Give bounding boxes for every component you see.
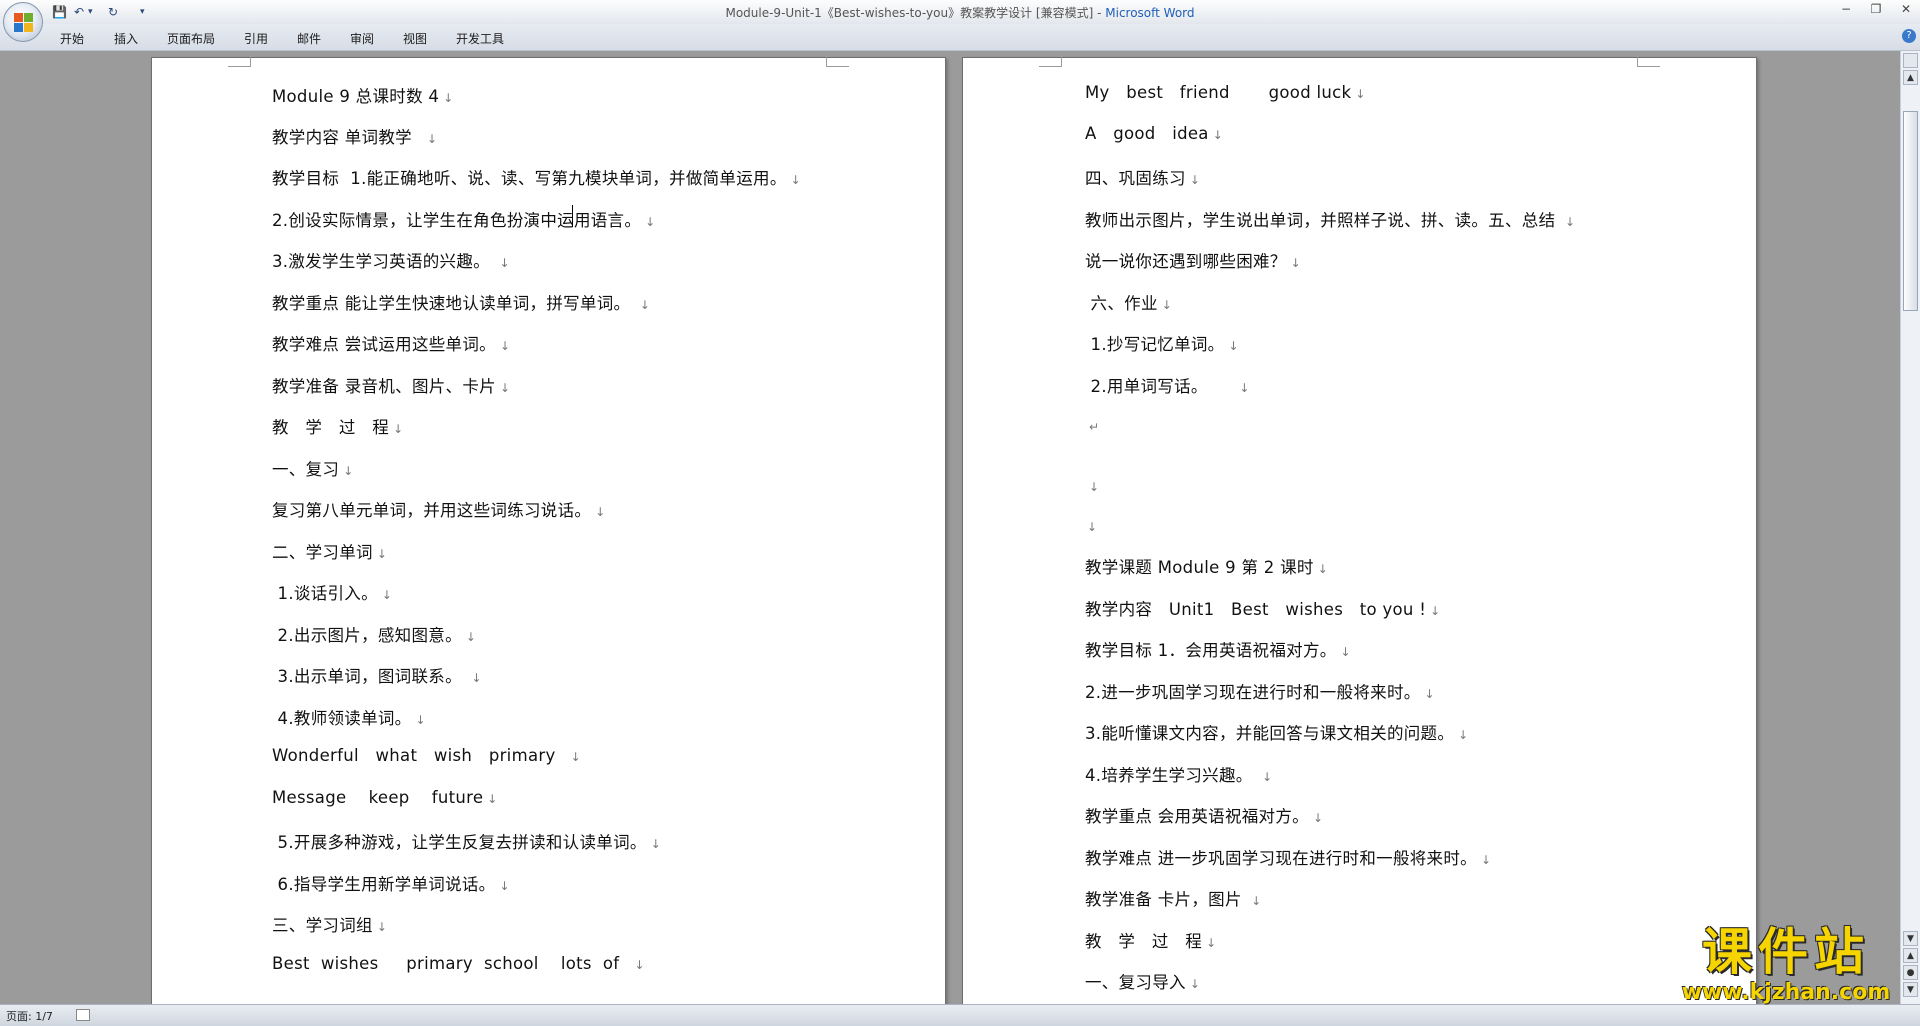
ribbon-tab-bar: 开始 插入 页面布局 引用 邮件 审阅 视图 开发工具 ? [0, 24, 1920, 51]
text-line[interactable]: 4.教师领读单词。 ↓ [272, 705, 426, 729]
text-line[interactable]: 6.指导学生用新学单词说话。 ↓ [272, 871, 510, 895]
empty-paragraph[interactable]: ↓ [1083, 516, 1097, 535]
text-line[interactable]: 教学目标 1．会用英语祝福对方。 ↓ [1085, 637, 1351, 661]
text-line[interactable]: 1.谈话引入。 ↓ [272, 580, 392, 604]
help-icon[interactable]: ? [1902, 29, 1916, 43]
minimize-button[interactable]: − [1836, 2, 1856, 16]
proofing-icon[interactable] [76, 1009, 90, 1021]
tab-references[interactable]: 引用 [244, 30, 268, 47]
text-line[interactable]: 教学重点 会用英语祝福对方。 ↓ [1085, 803, 1323, 827]
next-page-icon[interactable]: ▼ [1903, 982, 1918, 997]
text-line[interactable]: 四、巩固练习 ↓ [1085, 165, 1200, 189]
office-logo-icon [14, 13, 34, 33]
scroll-up-icon[interactable]: ▲ [1903, 70, 1918, 85]
empty-paragraph[interactable]: ↓ [1085, 476, 1099, 495]
text-line[interactable]: 说一说你还遇到哪些困难？ ↓ [1085, 248, 1301, 272]
tab-mailings[interactable]: 邮件 [297, 30, 321, 47]
text-line[interactable]: 2.用单词写话。 ↓ [1085, 373, 1250, 397]
crop-mark [228, 52, 251, 67]
text-line[interactable]: 教 学 过 程 ↓ [1085, 928, 1216, 952]
watermark-title: 课件站 [1702, 923, 1870, 981]
text-line[interactable]: Best wishes primary school lots of ↓ [272, 954, 645, 973]
document-title: Module-9-Unit-1《Best-wishes-to-you》教案教学设… [725, 6, 1106, 20]
text-line[interactable]: 教学目标 1.能正确地听、说、读、写第九模块单词，并做简单运用。 ↓ [272, 165, 801, 189]
text-line[interactable]: 教学重点 能让学生快速地认读单词，拼写单词。 ↓ [272, 290, 650, 314]
text-cursor [572, 205, 573, 227]
text-line[interactable]: Message keep future ↓ [272, 788, 498, 807]
scroll-down-icon[interactable]: ▼ [1903, 931, 1918, 946]
text-line[interactable]: 教学难点 进一步巩固学习现在进行时和一般将来时。 ↓ [1085, 845, 1491, 869]
window-title: Module-9-Unit-1《Best-wishes-to-you》教案教学设… [0, 4, 1920, 21]
app-name: Microsoft Word [1105, 6, 1195, 20]
text-line[interactable]: 教学课题 Module 9 第 2 课时 ↓ [1085, 554, 1328, 578]
select-browse-object-icon[interactable]: ● [1903, 965, 1918, 980]
text-line[interactable]: 2.出示图片，感知图意。 ↓ [272, 622, 476, 646]
text-line[interactable]: 4.培养学生学习兴趣。 ↓ [1085, 762, 1272, 786]
document-page-2[interactable]: My best friend good luck ↓ A good idea ↓ 四… [962, 52, 1757, 1004]
text-line[interactable]: My best friend good luck ↓ [1085, 83, 1366, 102]
text-line[interactable]: A good idea ↓ [1085, 124, 1223, 143]
tab-view[interactable]: 视图 [403, 30, 427, 47]
office-button[interactable] [3, 2, 43, 42]
text-line[interactable]: 3.激发学生学习英语的兴趣。 ↓ [272, 248, 510, 272]
text-line[interactable]: 二、学习单词 ↓ [272, 539, 387, 563]
watermark-url: www.kjzhan.com [1681, 980, 1891, 1005]
text-line[interactable]: 六、作业 ↓ [1085, 290, 1172, 314]
text-line[interactable]: 三、学习词组 ↓ [272, 912, 387, 936]
text-line[interactable]: 一、复习导入 ↓ [1085, 969, 1200, 993]
document-workspace: Module 9 总课时数 4 ↓ 教学内容 单词教学 ↓ 教学目标 1.能正确地… [0, 51, 1900, 1004]
vertical-scrollbar[interactable]: ▲ ▼ ▲ ● ▼ [1900, 51, 1920, 1004]
restore-button[interactable]: ❐ [1866, 2, 1886, 16]
tab-review[interactable]: 审阅 [350, 30, 374, 47]
crop-mark [826, 52, 849, 67]
text-line[interactable]: 教学内容 单词教学 ↓ [272, 124, 437, 148]
crop-mark [1039, 52, 1062, 67]
title-bar: 💾 ↶ ▾ ↻ ▾ Module-9-Unit-1《Best-wishes-to… [0, 0, 1920, 24]
text-line[interactable]: Wonderful what wish primary ↓ [272, 746, 581, 765]
text-line[interactable]: Module 9 总课时数 4 ↓ [272, 83, 454, 107]
text-line[interactable]: 教 学 过 程 ↓ [272, 414, 403, 438]
tab-page-layout[interactable]: 页面布局 [167, 30, 215, 47]
text-line[interactable]: 3.出示单词，图词联系。 ↓ [272, 663, 482, 687]
tab-home[interactable]: 开始 [60, 30, 84, 47]
text-line[interactable]: 教学准备 录音机、图片、卡片 ↓ [272, 373, 510, 397]
watermark-logo: 课件站 www.kjzhan.com [1668, 923, 1904, 1005]
tab-insert[interactable]: 插入 [114, 30, 138, 47]
text-line[interactable]: 3.能听懂课文内容，并能回答与课文相关的问题。 ↓ [1085, 720, 1469, 744]
document-page-1[interactable]: Module 9 总课时数 4 ↓ 教学内容 单词教学 ↓ 教学目标 1.能正确地… [151, 52, 946, 1004]
tab-developer[interactable]: 开发工具 [456, 30, 504, 47]
text-line[interactable]: 教学准备 卡片，图片 ↓ [1085, 886, 1262, 910]
empty-paragraph[interactable]: ↵ [1085, 416, 1099, 435]
ruler-toggle-icon[interactable] [1903, 53, 1918, 68]
text-line[interactable]: 教学内容 Unit1 Best wishes to you ! ↓ [1085, 596, 1441, 620]
text-line[interactable]: 5.开展多种游戏，让学生反复去拼读和认读单词。 ↓ [272, 829, 661, 853]
text-line[interactable]: 1.抄写记忆单词。 ↓ [1085, 331, 1239, 355]
text-line[interactable]: 2.进一步巩固学习现在进行时和一般将来时。 ↓ [1085, 679, 1435, 703]
text-line[interactable]: 教师出示图片，学生说出单词，并照样子说、拼、读。五、总结 ↓ [1085, 207, 1575, 231]
scroll-thumb[interactable] [1903, 111, 1918, 311]
page-indicator[interactable]: 页面: 1/7 [6, 1008, 53, 1024]
close-button[interactable]: ✕ [1896, 2, 1916, 16]
text-line[interactable]: 2.创设实际情景，让学生在角色扮演中运用语言。 ↓ [272, 207, 656, 231]
status-bar: 页面: 1/7 [0, 1004, 1920, 1026]
crop-mark [1637, 52, 1660, 67]
text-line[interactable]: 一、复习 ↓ [272, 456, 354, 480]
text-line[interactable]: 复习第八单元单词，并用这些词练习说话。 ↓ [272, 497, 606, 521]
text-line[interactable]: 教学难点 尝试运用这些单词。 ↓ [272, 331, 510, 355]
previous-page-icon[interactable]: ▲ [1903, 948, 1918, 963]
